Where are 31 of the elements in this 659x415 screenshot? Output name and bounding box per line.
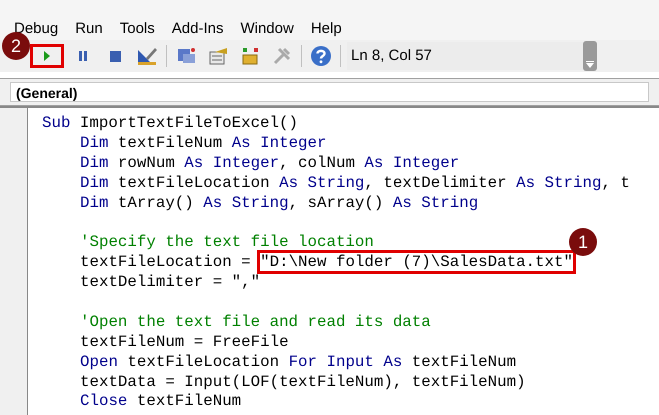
code-line: Dim textFileNum As Integer — [80, 134, 326, 152]
code-line: 'Open the text file and read its data — [80, 312, 431, 331]
run-button[interactable] — [30, 44, 64, 68]
menu-item[interactable]: Help — [310, 21, 342, 36]
code-line: Dim rowNum As Integer, colNum As Integer — [80, 154, 460, 172]
code-line: textFileLocation = — [80, 253, 252, 272]
code-line: Dim tArray() As String, sArray() As String — [80, 194, 478, 212]
project-explorer-icon[interactable] — [175, 46, 197, 66]
properties-icon[interactable] — [207, 46, 229, 66]
code-line: Close textFileNum — [80, 392, 242, 410]
code-line: textFileNum = FreeFile — [80, 332, 289, 351]
stop-icon[interactable] — [110, 50, 120, 62]
menu-item[interactable]: Tools — [120, 21, 155, 36]
object-dropdown[interactable]: (General) — [10, 82, 649, 102]
design-mode-icon[interactable] — [136, 46, 158, 66]
code-line: Dim textFileLocation As String, textDelimiter As String, t — [80, 174, 630, 192]
code-line: Open textFileLocation For Input As textFileNum — [80, 352, 516, 371]
code-line: textData = Input(LOF(textFileNum), textFileNum) — [80, 372, 526, 391]
menu-item[interactable]: Run — [75, 21, 103, 36]
help-icon[interactable] — [310, 45, 332, 67]
step-badge: 2 — [2, 32, 30, 60]
code-line: textDelimiter = "," — [80, 273, 260, 292]
caret-icon — [586, 61, 594, 68]
pause-icon[interactable] — [78, 50, 88, 62]
play-icon — [43, 51, 51, 61]
code-line: Sub ImportTextFileToExcel() — [42, 114, 298, 132]
menu-item[interactable]: Add-Ins — [172, 21, 224, 36]
cursor-position: Ln 8, Col 57 — [347, 42, 583, 70]
toolbar-options-button[interactable] — [583, 41, 597, 71]
menu-item[interactable]: Window — [240, 21, 294, 36]
code-line: 'Specify the text file location — [80, 233, 374, 252]
